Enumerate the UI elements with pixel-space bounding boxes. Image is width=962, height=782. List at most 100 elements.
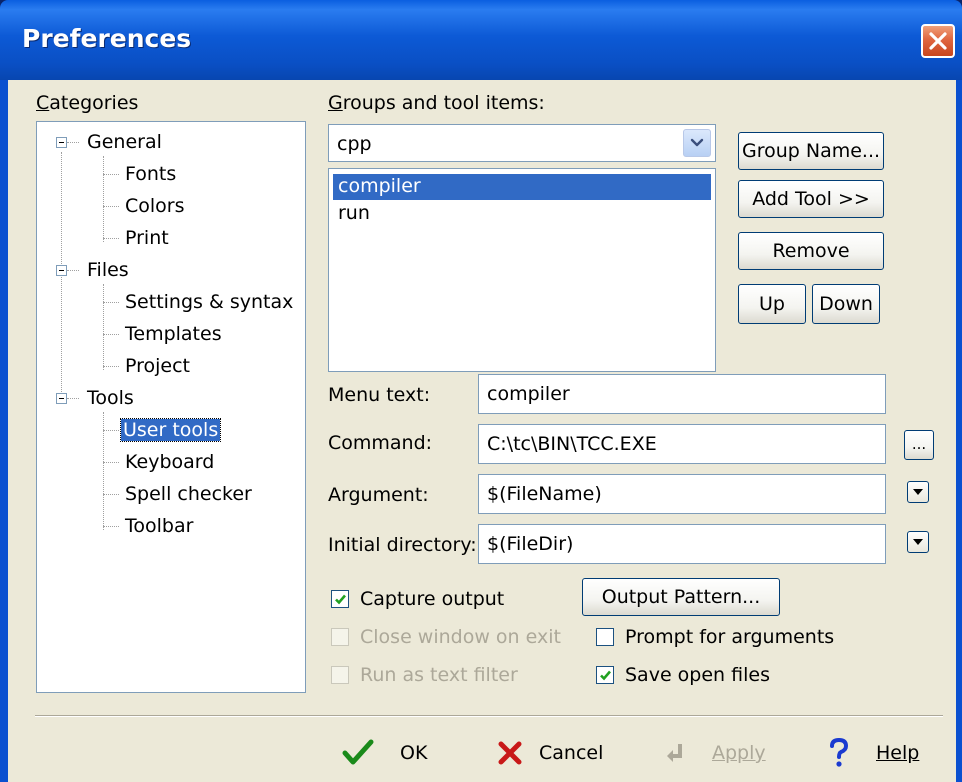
- capture-output-label: Capture output: [360, 588, 505, 610]
- tree-item-label: Colors: [125, 195, 185, 217]
- close-window-checkbox[interactable]: [331, 628, 349, 646]
- tree-item-colors[interactable]: Colors: [125, 193, 185, 219]
- browse-command-button[interactable]: ...: [904, 430, 934, 460]
- group-name-button[interactable]: Group Name...: [738, 132, 884, 170]
- command-label: Command:: [328, 432, 433, 454]
- tree-item-tools[interactable]: Tools: [87, 385, 134, 411]
- prompt-args-checkbox[interactable]: [596, 628, 614, 646]
- collapse-general-icon[interactable]: [56, 137, 67, 148]
- close-button[interactable]: [921, 24, 955, 58]
- group-select-dropdown-button[interactable]: [683, 129, 711, 157]
- groups-label-rest: roups and tool items:: [342, 92, 545, 114]
- checkmark-icon: [342, 739, 374, 765]
- argument-dropdown-button[interactable]: [907, 481, 929, 503]
- groups-label: Groups and tool items:: [328, 92, 545, 114]
- tree-item-label: Project: [125, 355, 191, 377]
- tree-item-label: Print: [125, 227, 169, 249]
- help-button-label: Help: [876, 742, 920, 764]
- list-item-label: run: [338, 202, 370, 224]
- group-select-value: cpp: [337, 133, 372, 155]
- tree-line: [103, 156, 104, 242]
- command-field[interactable]: C:\tc\BIN\TCC.EXE: [478, 424, 886, 464]
- tree-item-keyboard[interactable]: Keyboard: [125, 449, 214, 475]
- ok-button-label: OK: [400, 742, 428, 764]
- apply-button[interactable]: Apply: [666, 735, 776, 771]
- tool-items-list[interactable]: compiler run: [328, 168, 716, 372]
- add-tool-button[interactable]: Add Tool >>: [738, 180, 884, 218]
- window-border-right: [956, 80, 962, 782]
- run-as-filter-label: Run as text filter: [360, 664, 518, 686]
- initial-directory-field[interactable]: $(FileDir): [478, 524, 886, 564]
- initial-directory-dropdown-button[interactable]: [907, 531, 929, 553]
- tree-line: [61, 152, 62, 400]
- close-icon: [929, 32, 947, 50]
- tree-item-label: General: [87, 131, 162, 153]
- capture-output-checkbox[interactable]: [331, 590, 349, 608]
- groups-label-mnemonic: G: [328, 92, 343, 114]
- run-as-filter-checkbox[interactable]: [331, 666, 349, 684]
- help-icon: [830, 737, 849, 767]
- tree-item-label: Spell checker: [125, 483, 252, 505]
- checkmark-icon: [335, 594, 346, 605]
- tree-line: [67, 398, 79, 399]
- tree-item-label: Fonts: [125, 163, 177, 185]
- add-tool-button-label: Add Tool >>: [752, 188, 870, 210]
- tree-item-templates[interactable]: Templates: [125, 321, 222, 347]
- down-button-label: Down: [819, 293, 873, 315]
- categories-tree[interactable]: General Fonts Colors Print Files Setting…: [36, 121, 306, 693]
- footer-separator: [35, 715, 943, 717]
- save-open-files-label: Save open files: [625, 664, 770, 686]
- tree-line: [103, 462, 119, 463]
- tree-item-label: Settings & syntax: [125, 291, 294, 313]
- tree-line: [103, 334, 119, 335]
- tree-item-settings-syntax[interactable]: Settings & syntax: [125, 289, 293, 315]
- tree-line: [103, 284, 104, 370]
- output-pattern-button-label: Output Pattern...: [601, 586, 761, 608]
- title-bar[interactable]: Preferences: [0, 0, 962, 80]
- tree-item-label: Toolbar: [125, 515, 194, 537]
- list-item-compiler[interactable]: compiler: [333, 174, 711, 200]
- close-window-label: Close window on exit: [360, 626, 561, 648]
- tree-line: [67, 142, 79, 143]
- preferences-window: Preferences Categories General Fonts Col…: [0, 0, 962, 782]
- cancel-button[interactable]: Cancel: [498, 735, 618, 771]
- tree-line: [103, 174, 119, 175]
- apply-button-label: Apply: [712, 742, 766, 764]
- browse-button-label: ...: [911, 435, 927, 453]
- tree-item-label: Templates: [125, 323, 222, 345]
- menu-text-label: Menu text:: [328, 384, 431, 406]
- group-select[interactable]: cpp: [328, 124, 716, 162]
- ok-button[interactable]: OK: [342, 735, 452, 771]
- list-item-label: compiler: [338, 175, 421, 197]
- collapse-tools-icon[interactable]: [56, 393, 67, 404]
- tree-item-print[interactable]: Print: [125, 225, 169, 251]
- tree-item-spell-checker[interactable]: Spell checker: [125, 481, 252, 507]
- down-button[interactable]: Down: [812, 284, 880, 324]
- tree-item-general[interactable]: General: [87, 129, 162, 155]
- tree-line: [103, 206, 119, 207]
- tree-line: [103, 366, 119, 367]
- tree-item-project[interactable]: Project: [125, 353, 190, 379]
- remove-button[interactable]: Remove: [738, 232, 884, 270]
- tree-item-files[interactable]: Files: [87, 257, 129, 283]
- prompt-args-label: Prompt for arguments: [625, 626, 835, 648]
- argument-field[interactable]: $(FileName): [478, 474, 886, 514]
- collapse-files-icon[interactable]: [56, 265, 67, 276]
- up-button[interactable]: Up: [738, 284, 806, 324]
- menu-text-field[interactable]: compiler: [478, 374, 886, 414]
- checkmark-icon: [600, 670, 611, 681]
- output-pattern-button[interactable]: Output Pattern...: [582, 578, 780, 616]
- tree-line: [103, 526, 119, 527]
- tree-item-fonts[interactable]: Fonts: [125, 161, 176, 187]
- window-border-left: [0, 80, 8, 782]
- save-open-files-checkbox[interactable]: [596, 666, 614, 684]
- list-item-run[interactable]: run: [333, 201, 711, 227]
- tree-line: [103, 238, 119, 239]
- tree-item-toolbar[interactable]: Toolbar: [125, 513, 193, 539]
- remove-button-label: Remove: [772, 240, 850, 262]
- tree-item-user-tools[interactable]: User tools: [119, 417, 222, 443]
- tree-line: [103, 302, 119, 303]
- apply-arrow-icon: [667, 744, 682, 762]
- help-button[interactable]: Help: [826, 735, 936, 771]
- tree-line: [103, 430, 119, 431]
